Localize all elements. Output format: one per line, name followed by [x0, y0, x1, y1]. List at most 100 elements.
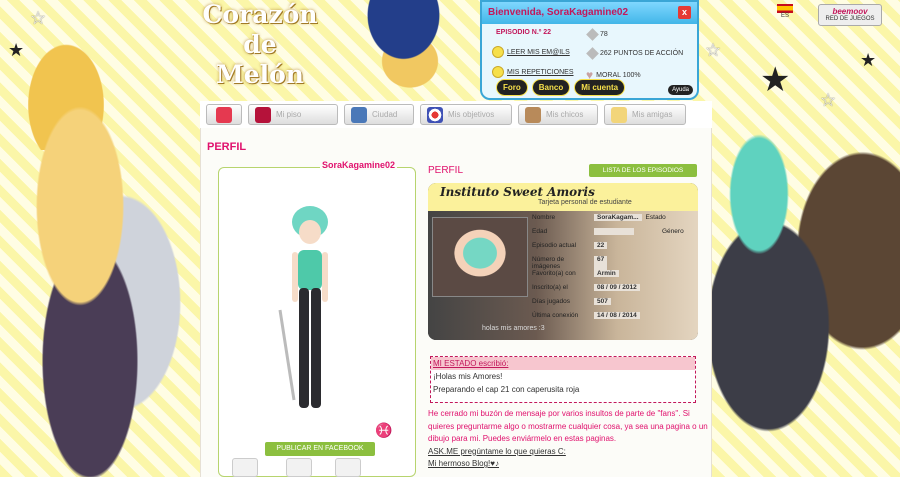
repeats-row[interactable]: MIS REPETICIONES — [492, 66, 574, 78]
row-label: Estado — [645, 214, 666, 221]
character-art-top — [345, 0, 475, 102]
action-points: 262 PUNTOS DE ACCIÓN — [600, 50, 684, 57]
page-title: PERFIL — [207, 141, 247, 153]
main-nav: Mi piso Ciudad Mis objetivos Mis chicos … — [200, 101, 712, 128]
student-card: Instituto Sweet Amoris Tarjeta personal … — [428, 183, 698, 340]
avatar-image — [278, 206, 328, 408]
card-row-edad: Edad Género — [532, 228, 684, 235]
moral-value: MORAL 100% — [596, 71, 641, 79]
tab-label: Ciudad — [372, 110, 398, 119]
lock-icon[interactable] — [232, 458, 258, 477]
network-label: RED DE JUEGOS — [825, 16, 875, 22]
panel-buttons: Foro Banco Mi cuenta — [496, 79, 626, 96]
spain-flag-icon — [777, 4, 793, 13]
card-title: Instituto Sweet Amoris — [440, 185, 595, 199]
ask-me-link[interactable]: ASK.ME pregúntame lo que quieras C: — [428, 446, 708, 459]
bank-button[interactable]: Banco — [531, 79, 571, 96]
card-row-inscrito: Inscrito(a) el 08 / 09 / 2012 — [532, 284, 640, 291]
card-row-imagenes: Número de imágenes 67 — [532, 256, 608, 270]
row-label: Días jugados — [532, 298, 570, 305]
row-label: Inscrito(a) el — [532, 284, 568, 291]
gem-icon — [586, 28, 599, 41]
row-label: Nombre — [532, 214, 556, 221]
beemoov-network-button[interactable]: beemoov RED DE JUEGOS — [818, 4, 882, 26]
portrait-icon[interactable] — [335, 458, 361, 477]
mails-row[interactable]: LEER MIS EM@ILS — [492, 46, 570, 58]
user-panel: Bienvenida, SoraKagamine02 x EPISODIO N.… — [480, 0, 699, 100]
blog-link[interactable]: Mi hermoso Blog!♥♪ — [428, 458, 708, 471]
close-icon[interactable]: x — [678, 6, 691, 19]
star-icon — [586, 47, 599, 60]
home-icon — [216, 106, 232, 123]
tab-mi-piso[interactable]: Mi piso — [248, 104, 338, 125]
logo-line-2: de — [243, 30, 277, 59]
help-button[interactable]: Ayuda — [668, 85, 693, 95]
tab-mis-chicos[interactable]: Mis chicos — [518, 104, 598, 125]
welcome-text: Bienvenida, SoraKagamine02 — [488, 7, 629, 18]
episode-indicator: EPISODIO N.º 22 — [496, 29, 551, 36]
account-button[interactable]: Mi cuenta — [574, 79, 626, 96]
boy-icon — [525, 106, 541, 123]
status-header: MI ESTADO escribió: — [431, 357, 695, 370]
facebook-publish-button[interactable]: PUBLICAR EN FACEBOOK — [265, 442, 375, 456]
status-line: ¡Holas mis Amores! — [433, 372, 503, 381]
site-logo[interactable]: Corazón de Melón — [190, 0, 330, 90]
read-mails-link[interactable]: LEER MIS EM@ILS — [507, 49, 570, 56]
user-panel-header: Bienvenida, SoraKagamine02 x — [482, 2, 697, 24]
repeats-link[interactable]: MIS REPETICIONES — [507, 69, 574, 76]
forum-button[interactable]: Foro — [496, 79, 528, 96]
star-decoration: ☆ — [705, 40, 722, 60]
gems-count: 78 — [600, 31, 608, 38]
star-decoration: ★ — [860, 50, 877, 70]
tab-home[interactable] — [206, 104, 242, 125]
episodes-list-button[interactable]: LISTA DE LOS EPISODIOS — [589, 164, 697, 177]
lightbulb-icon — [492, 66, 504, 78]
profile-bio: He cerrado mi buzón de mensaje por vario… — [428, 408, 708, 471]
card-section-title: PERFIL — [428, 165, 464, 176]
logo-line-1: Corazón — [202, 0, 318, 29]
star-decoration: ★ — [760, 61, 791, 99]
card-row-favorito: Favorito(a) con Armin — [532, 270, 619, 277]
row-value: Armin — [594, 270, 619, 277]
city-icon — [351, 106, 367, 123]
card-header: Instituto Sweet Amoris Tarjeta personal … — [428, 183, 698, 211]
character-art-left — [0, 90, 200, 477]
card-subtitle: Tarjeta personal de estudiante — [538, 199, 632, 206]
sofa-icon — [255, 106, 271, 123]
row-label: Favorito(a) con — [532, 270, 576, 277]
bat-icon[interactable] — [286, 458, 312, 477]
episode-label: EPISODIO N.º 22 — [496, 29, 552, 36]
lightbulb-icon — [492, 46, 504, 58]
tab-label: Mis chicos — [546, 110, 584, 119]
row-value: 08 / 09 / 2012 — [594, 284, 640, 291]
status-line: Preparando el cap 21 con caperusita roja — [433, 385, 580, 394]
card-row-episodio: Episodio actual 22 — [532, 242, 608, 249]
row-label: Género — [662, 228, 684, 235]
status-box: MI ESTADO escribió: ¡Holas mis Amores! P… — [430, 356, 696, 403]
row-value: 507 — [594, 298, 611, 305]
card-footer-text: holas mis amores :3 — [482, 325, 545, 332]
girl-icon — [611, 106, 627, 123]
tab-label: Mis amigas — [632, 110, 673, 119]
row-label: Número de imágenes — [532, 256, 565, 270]
row-value: 22 — [594, 242, 608, 249]
network-name: beemoov — [832, 7, 868, 16]
tab-mis-amigas[interactable]: Mis amigas — [604, 104, 686, 125]
row-label: Edad — [532, 228, 548, 235]
row-label: Episodio actual — [532, 242, 577, 249]
star-decoration: ★ — [8, 40, 25, 60]
character-art-right — [712, 100, 900, 477]
star-decoration: ☆ — [30, 8, 47, 28]
bio-text: He cerrado mi buzón de mensaje por vario… — [428, 409, 708, 443]
tab-label: Mi piso — [276, 110, 302, 119]
profile-username: SoraKagamine02 — [320, 160, 398, 170]
card-row-nombre: Nombre SoraKagam... Estado — [532, 214, 666, 221]
row-value: 14 / 08 / 2014 — [594, 312, 640, 319]
row-value — [594, 228, 634, 235]
tab-mis-objetivos[interactable]: Mis objetivos — [420, 104, 512, 125]
gems-row: 78 — [586, 28, 608, 41]
tab-label: Mis objetivos — [448, 110, 495, 119]
tab-ciudad[interactable]: Ciudad — [344, 104, 414, 125]
language-code: ES — [780, 13, 789, 19]
language-selector[interactable]: ES — [777, 4, 793, 24]
